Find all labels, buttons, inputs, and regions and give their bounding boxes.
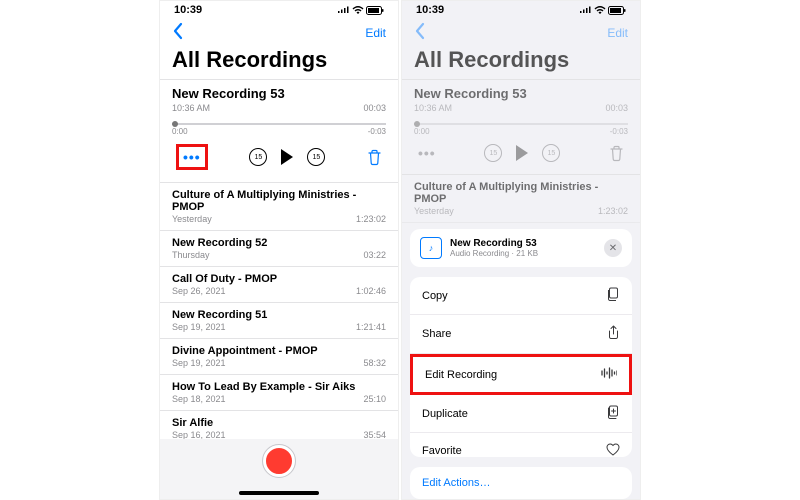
skip-forward-15-button[interactable]: 15 — [307, 148, 325, 166]
screen-share-sheet: 10:39 Edit All Recordings New Recording … — [401, 0, 641, 500]
skip-back-15-button[interactable]: 15 — [249, 148, 267, 166]
highlight-more: ••• — [176, 144, 208, 170]
status-bar: 10:39 — [402, 1, 640, 18]
screen-voice-memos-list: 10:39 Edit All Recordings New Recording … — [159, 0, 399, 500]
list-item[interactable]: Culture of A Multiplying Ministries - PM… — [160, 183, 398, 231]
record-button[interactable] — [263, 445, 295, 477]
page-title: All Recordings — [160, 45, 398, 79]
recording-title: New Recording 53 — [414, 86, 628, 101]
nav-bar: Edit — [160, 18, 398, 45]
recording-duration: 00:03 — [363, 103, 386, 113]
more-options-button[interactable]: ••• — [183, 149, 201, 165]
expanded-recording: New Recording 53 10:36 AM 00:03 0:00 -0:… — [160, 80, 398, 182]
delete-button — [609, 145, 624, 162]
share-file-name: New Recording 53 — [450, 238, 596, 249]
action-favorite[interactable]: Favorite — [410, 433, 632, 457]
status-time: 10:39 — [174, 4, 202, 16]
recording-duration: 00:03 — [605, 103, 628, 113]
delete-button[interactable] — [367, 149, 382, 166]
skip-forward-15-button: 15 — [542, 144, 560, 162]
copy-icon — [606, 287, 620, 304]
scrub-start: 0:00 — [414, 127, 430, 136]
list-item[interactable]: How To Lead By Example - Sir Aiks Sep 18… — [160, 375, 398, 411]
list-item: Culture of A Multiplying Ministries - PM… — [402, 175, 640, 223]
share-action-list: Copy Share Edit Recording Duplicate — [410, 277, 632, 457]
list-item[interactable]: Sir Alfie Sep 16, 202135:54 — [160, 411, 398, 439]
heart-icon — [606, 443, 620, 457]
status-icons — [579, 6, 626, 15]
close-sheet-button[interactable]: ✕ — [604, 239, 622, 257]
duplicate-icon — [606, 405, 620, 422]
more-options-button: ••• — [418, 145, 436, 161]
recording-title: New Recording 53 — [172, 86, 386, 101]
playback-controls: ••• 15 15 — [172, 136, 386, 176]
back-button[interactable] — [172, 22, 184, 43]
list-item[interactable]: New Recording 51 Sep 19, 20211:21:41 — [160, 303, 398, 339]
share-sheet-header: ♪ New Recording 53 Audio Recording · 21 … — [410, 229, 632, 267]
playback-scrubber — [414, 123, 628, 125]
play-button[interactable] — [281, 149, 293, 165]
edit-button: Edit — [607, 26, 628, 40]
share-file-meta: Audio Recording · 21 KB — [450, 249, 596, 258]
status-time: 10:39 — [416, 4, 444, 16]
back-button — [414, 22, 426, 43]
waveform-icon — [601, 367, 617, 382]
scrub-start: 0:00 — [172, 127, 188, 136]
action-share[interactable]: Share — [410, 315, 632, 354]
status-bar: 10:39 — [160, 1, 398, 18]
recording-time: 10:36 AM — [414, 103, 452, 113]
playback-scrubber[interactable] — [172, 123, 386, 125]
action-duplicate[interactable]: Duplicate — [410, 395, 632, 433]
share-icon — [607, 325, 620, 343]
list-item[interactable]: Divine Appointment - PMOP Sep 19, 202158… — [160, 339, 398, 375]
edit-actions-button[interactable]: Edit Actions… — [410, 467, 632, 499]
expanded-recording: New Recording 53 10:36 AM 00:03 0:00 -0:… — [402, 80, 640, 174]
home-indicator[interactable] — [239, 491, 319, 495]
edit-button[interactable]: Edit — [365, 26, 386, 40]
file-thumb-icon: ♪ — [420, 237, 442, 259]
scrub-end: -0:03 — [610, 127, 628, 136]
action-edit-recording[interactable]: Edit Recording — [410, 354, 632, 395]
recording-time: 10:36 AM — [172, 103, 210, 113]
page-title: All Recordings — [402, 45, 640, 79]
playback-controls: ••• 15 15 — [414, 136, 628, 168]
list-item[interactable]: New Recording 52 Thursday03:22 — [160, 231, 398, 267]
recordings-list: Culture of A Multiplying Ministries - PM… — [160, 183, 398, 439]
nav-bar: Edit — [402, 18, 640, 45]
record-footer — [160, 439, 398, 499]
list-item[interactable]: Call Of Duty - PMOP Sep 26, 20211:02:46 — [160, 267, 398, 303]
action-copy[interactable]: Copy — [410, 277, 632, 315]
play-button — [516, 145, 528, 161]
scrub-end: -0:03 — [368, 127, 386, 136]
status-icons — [337, 6, 384, 15]
skip-back-15-button: 15 — [484, 144, 502, 162]
